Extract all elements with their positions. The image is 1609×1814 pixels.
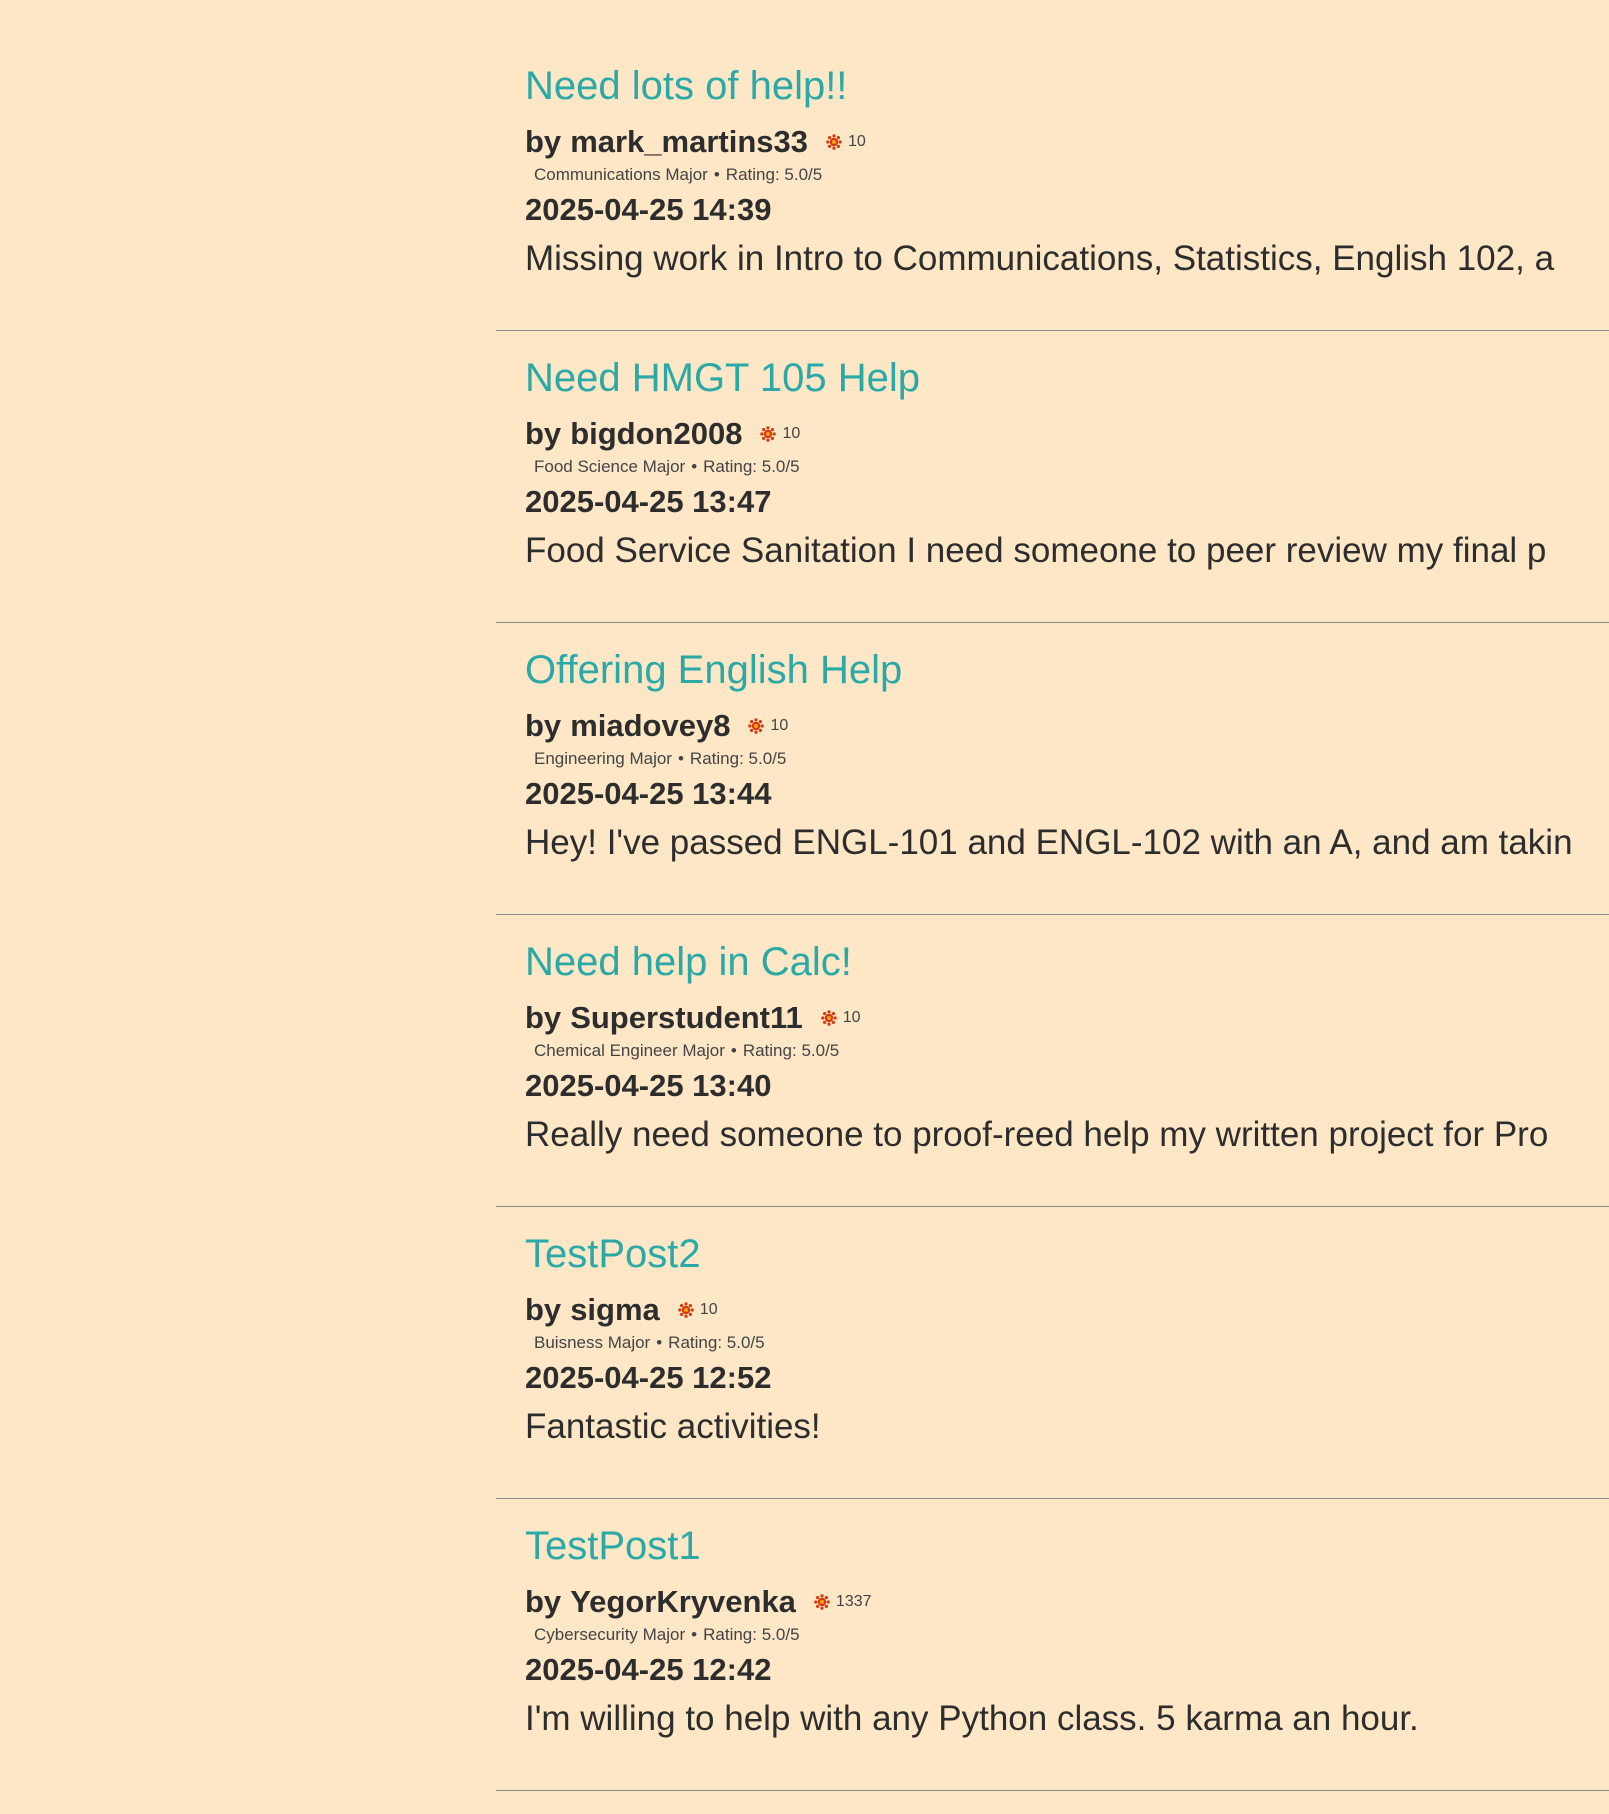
karma-count: 10 bbox=[842, 1009, 861, 1026]
meta-separator: • bbox=[656, 1333, 663, 1352]
author-name[interactable]: Superstudent11 bbox=[570, 1000, 803, 1036]
rating-value: 5.0/5 bbox=[801, 1041, 840, 1060]
karma-badge: 10 bbox=[748, 717, 788, 735]
post-timestamp: 2025-04-25 12:42 bbox=[525, 1652, 772, 1687]
author-name[interactable]: miadovey8 bbox=[570, 708, 730, 744]
sun-badge-icon bbox=[760, 426, 777, 442]
author-row: by sigma 10 bbox=[525, 1292, 1609, 1328]
rating-label: Rating: bbox=[703, 1625, 757, 1644]
author-name[interactable]: sigma bbox=[570, 1292, 660, 1328]
post-title-link[interactable]: Need lots of help!! bbox=[525, 62, 847, 110]
post-card: Need help in Calc! by Superstudent11 10 … bbox=[496, 916, 1609, 1207]
author-major: Engineering Major bbox=[534, 749, 672, 768]
post-title-link[interactable]: TestPost1 bbox=[525, 1522, 701, 1570]
sun-badge-icon bbox=[677, 1302, 694, 1318]
karma-count: 10 bbox=[782, 425, 801, 442]
author-row: by miadovey8 10 bbox=[525, 708, 1609, 744]
karma-badge: 10 bbox=[677, 1301, 718, 1319]
karma-badge: 10 bbox=[760, 425, 800, 443]
post-card: Need HMGT 105 Help by bigdon2008 10 Food… bbox=[496, 332, 1609, 623]
karma-badge: 1337 bbox=[814, 1593, 872, 1611]
post-body: Food Service Sanitation I need someone t… bbox=[525, 531, 1547, 570]
author-major: Food Science Major bbox=[534, 457, 686, 476]
post-timestamp: 2025-04-25 13:44 bbox=[525, 776, 772, 811]
meta-separator: • bbox=[713, 165, 720, 184]
rating-label: Rating: bbox=[703, 457, 758, 476]
rating-value: 5.0/5 bbox=[761, 457, 800, 476]
post-title-link[interactable]: Offering English Help bbox=[525, 646, 902, 694]
author-major: Cybersecurity Major bbox=[534, 1625, 686, 1644]
rating-value: 5.0/5 bbox=[726, 1333, 765, 1352]
post-timestamp: 2025-04-25 13:47 bbox=[525, 484, 772, 519]
post-timestamp: 2025-04-25 13:40 bbox=[525, 1068, 772, 1103]
sun-badge-icon bbox=[748, 718, 765, 734]
author-prefix: by bbox=[525, 1584, 562, 1619]
author-row: by Superstudent11 10 bbox=[525, 1000, 1609, 1036]
sun-badge-icon bbox=[826, 134, 842, 150]
rating-label: Rating: bbox=[668, 1333, 723, 1352]
author-prefix: by bbox=[525, 708, 562, 743]
post-timestamp: 2025-04-25 14:39 bbox=[525, 192, 772, 227]
meta-separator: • bbox=[677, 749, 684, 768]
post-card: Need lots of help!! by mark_martins33 10… bbox=[496, 40, 1609, 331]
post-feed: Need lots of help!! by mark_martins33 10… bbox=[496, 40, 1609, 1791]
post-title-link[interactable]: Need HMGT 105 Help bbox=[525, 354, 920, 402]
post-title-link[interactable]: Need help in Calc! bbox=[525, 938, 852, 986]
meta-separator: • bbox=[691, 457, 698, 476]
post-card: TestPost2 by sigma 10 Buisness Major • Rat… bbox=[496, 1208, 1609, 1499]
rating-value: 5.0/5 bbox=[784, 165, 823, 184]
author-major: Chemical Engineer Major bbox=[534, 1041, 725, 1060]
sun-badge-icon bbox=[814, 1594, 830, 1610]
author-prefix: by bbox=[525, 1292, 562, 1327]
author-prefix: by bbox=[525, 1000, 562, 1035]
post-body: Missing work in Intro to Communications,… bbox=[525, 239, 1555, 278]
author-meta: Buisness Major • Rating: 5.0/5 bbox=[525, 1332, 1609, 1354]
author-prefix: by bbox=[525, 124, 562, 159]
author-row: by mark_martins33 10 bbox=[525, 124, 1609, 160]
post-timestamp: 2025-04-25 12:52 bbox=[525, 1360, 772, 1395]
meta-separator: • bbox=[691, 1625, 698, 1644]
author-major: Communications Major bbox=[534, 165, 708, 184]
post-body: Fantastic activities! bbox=[525, 1407, 821, 1446]
karma-badge: 10 bbox=[820, 1009, 861, 1027]
rating-label: Rating: bbox=[742, 1041, 797, 1060]
post-body: Really need someone to proof-reed help m… bbox=[525, 1115, 1549, 1154]
author-meta: Food Science Major • Rating: 5.0/5 bbox=[525, 456, 1609, 478]
author-name[interactable]: bigdon2008 bbox=[570, 416, 742, 452]
author-row: by bigdon2008 10 bbox=[525, 416, 1609, 452]
author-meta: Engineering Major • Rating: 5.0/5 bbox=[525, 748, 1609, 770]
post-body: I'm willing to help with any Python clas… bbox=[525, 1699, 1419, 1738]
meta-separator: • bbox=[730, 1041, 737, 1060]
author-row: by YegorKryvenka 1337 bbox=[525, 1584, 1609, 1620]
karma-count: 10 bbox=[699, 1301, 718, 1318]
author-name[interactable]: YegorKryvenka bbox=[570, 1584, 796, 1620]
karma-count: 10 bbox=[848, 133, 866, 150]
karma-count: 1337 bbox=[835, 1593, 872, 1610]
post-card: TestPost1 by YegorKryvenka 1337 Cybersec… bbox=[496, 1500, 1609, 1791]
karma-badge: 10 bbox=[826, 133, 866, 151]
author-meta: Chemical Engineer Major • Rating: 5.0/5 bbox=[525, 1040, 1609, 1062]
karma-count: 10 bbox=[770, 717, 789, 734]
author-meta: Cybersecurity Major • Rating: 5.0/5 bbox=[525, 1624, 1609, 1646]
post-title-link[interactable]: TestPost2 bbox=[525, 1230, 701, 1278]
author-prefix: by bbox=[525, 416, 562, 451]
post-body: Hey! I've passed ENGL-101 and ENGL-102 w… bbox=[525, 823, 1573, 862]
sun-badge-icon bbox=[820, 1010, 837, 1026]
rating-label: Rating: bbox=[689, 749, 744, 768]
post-card: Offering English Help by miadovey8 10 En… bbox=[496, 624, 1609, 915]
author-meta: Communications Major • Rating: 5.0/5 bbox=[525, 164, 1609, 186]
rating-value: 5.0/5 bbox=[761, 1625, 800, 1644]
author-name[interactable]: mark_martins33 bbox=[570, 124, 808, 160]
rating-value: 5.0/5 bbox=[748, 749, 787, 768]
rating-label: Rating: bbox=[725, 165, 780, 184]
author-major: Buisness Major bbox=[534, 1333, 651, 1352]
